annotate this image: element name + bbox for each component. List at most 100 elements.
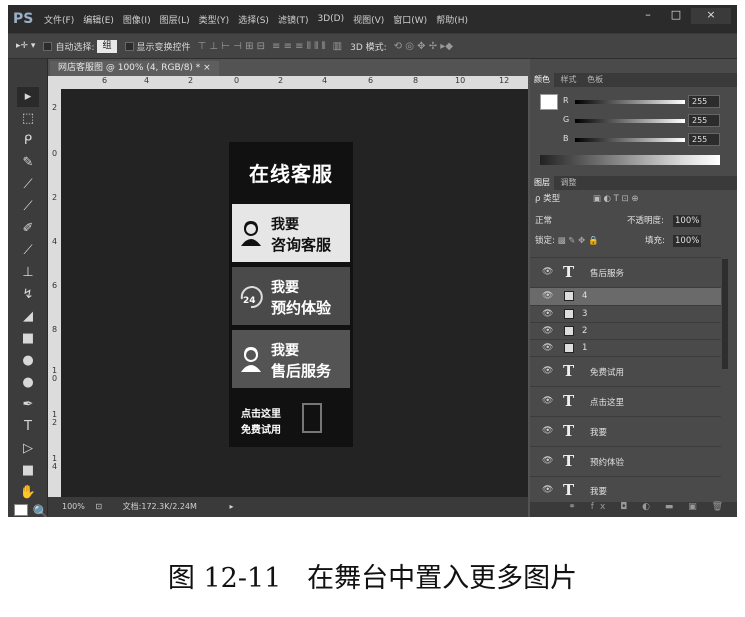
dodge-tool-icon[interactable]: ● [17, 373, 39, 393]
eye-icon[interactable]: 👁 [542, 267, 553, 277]
menu-edit[interactable]: 编辑(E) [83, 13, 114, 26]
maximize-button[interactable]: □ [663, 8, 689, 24]
eyedropper-tool-icon[interactable]: ⟋ [17, 197, 39, 217]
move-tool-preset-icon[interactable]: ▸✛ ▾ [16, 41, 35, 51]
document-canvas[interactable]: 在线客服 我要 咨询客服 24 我要 预约体验 我要 售后服务 点击这里 免费试… [61, 89, 528, 497]
align-icons[interactable]: ⊤ ⊥ ⊢ ⊣ ⊞ ⊟ [198, 41, 266, 52]
3d-mode-icons[interactable]: ⟲ ◎ ✥ ✢ ▸◆ [394, 41, 453, 52]
ruler-vertical: 2 0 2 4 6 8 1 0 1 2 1 4 [48, 89, 61, 497]
layers-scrollbar[interactable] [722, 259, 728, 369]
menu-window[interactable]: 窗口(W) [393, 13, 427, 26]
menu-type[interactable]: 类型(Y) [199, 13, 230, 26]
menu-file[interactable]: 文件(F) [44, 13, 74, 26]
layer-row[interactable]: 👁 T 我要 [530, 476, 721, 502]
eraser-tool-icon[interactable]: ◢ [17, 307, 39, 327]
menu-image[interactable]: 图像(I) [123, 13, 151, 26]
healing-brush-tool-icon[interactable]: ✐ [17, 219, 39, 239]
menu-help[interactable]: 帮助(H) [436, 13, 468, 26]
eye-icon[interactable]: 👁 [542, 309, 553, 319]
card-aftersales[interactable]: 我要 售后服务 [232, 330, 350, 388]
layer-row[interactable]: 👁 3 [530, 305, 721, 322]
fill-value[interactable]: 100% [673, 235, 702, 247]
text-layer-icon: T [563, 452, 575, 470]
layer-row[interactable]: 👁 T 预约体验 [530, 446, 721, 476]
eye-icon[interactable]: 👁 [542, 326, 553, 336]
blur-tool-icon[interactable]: ● [17, 351, 39, 371]
layer-row[interactable]: 👁 T 我要 [530, 416, 721, 446]
eye-icon[interactable]: 👁 [542, 426, 553, 436]
tab-styles[interactable]: 样式 [557, 73, 581, 87]
eye-icon[interactable]: 👁 [542, 396, 553, 406]
move-tool-icon[interactable]: ▸ [17, 87, 39, 107]
minimize-button[interactable]: – [635, 8, 661, 24]
document-tab[interactable]: 网店客服图 @ 100% (4, RGB/8) * × [50, 61, 219, 76]
channel-value[interactable]: 255 [688, 133, 720, 146]
layer-row[interactable]: 👁 T 售后服务 [530, 257, 721, 287]
channel-slider[interactable] [575, 100, 685, 104]
layer-row[interactable]: 👁 T 免费试用 [530, 356, 721, 386]
close-button[interactable]: × [691, 8, 731, 24]
crop-tool-icon[interactable]: ⟋ [17, 175, 39, 195]
eye-icon[interactable]: 👁 [542, 291, 553, 301]
channel-value[interactable]: 255 [688, 95, 720, 108]
foreground-color-swatch[interactable] [14, 504, 28, 516]
zoom-level[interactable]: 100% [62, 502, 85, 511]
shape-tool-icon[interactable]: ■ [17, 461, 39, 481]
status-menu-arrow-icon[interactable]: ▸ [229, 502, 233, 511]
auto-select-checkbox[interactable]: 自动选择: [43, 40, 94, 53]
color-spectrum[interactable] [540, 155, 720, 165]
eye-icon[interactable]: 👁 [542, 456, 553, 466]
layer-row[interactable]: 👁 T 点击这里 [530, 386, 721, 416]
channel-value[interactable]: 255 [688, 114, 720, 127]
lock-row: 锁定: ▩ ✎ ✥ 🔒 填充: 100% [535, 235, 721, 247]
menu-filter[interactable]: 滤镜(T) [278, 13, 309, 26]
pen-tool-icon[interactable]: ✒ [17, 395, 39, 415]
auto-align-icon[interactable]: ▥ [333, 41, 342, 52]
quick-select-tool-icon[interactable]: ✎ [17, 153, 39, 173]
card-free-trial[interactable]: 点击这里 免费试用 [232, 393, 350, 447]
24h-icon: 24 [240, 286, 263, 309]
brush-tool-icon[interactable]: ⟋ [17, 241, 39, 261]
eye-icon[interactable]: 👁 [542, 343, 553, 353]
card-booking[interactable]: 24 我要 预约体验 [232, 267, 350, 325]
opacity-value[interactable]: 100% [673, 215, 702, 227]
color-swatch[interactable] [540, 94, 558, 110]
color-row-r: R 255 [563, 95, 733, 109]
channel-slider[interactable] [575, 138, 685, 142]
path-select-tool-icon[interactable]: ▷ [17, 439, 39, 459]
menu-select[interactable]: 选择(S) [238, 13, 269, 26]
layer-row[interactable]: 👁 4 [530, 287, 721, 305]
card-consult[interactable]: 我要 咨询客服 [232, 204, 350, 262]
tab-adjustments[interactable]: 调整 [557, 176, 581, 190]
show-transform-checkbox[interactable]: 显示变换控件 [124, 40, 191, 53]
type-tool-icon[interactable]: T [17, 417, 39, 437]
eye-icon[interactable]: 👁 [542, 485, 553, 495]
status-icon[interactable]: ⊡ [95, 502, 102, 511]
gradient-tool-icon[interactable]: ■ [17, 329, 39, 349]
layer-row[interactable]: 👁 2 [530, 322, 721, 339]
menu-3d[interactable]: 3D(D) [317, 14, 344, 24]
toolbox: ▸ ⬚ ᑭ ✎ ⟋ ⟋ ✐ ⟋ ⊥ ↯ ◢ ■ ● ● ✒ T ▷ ■ ✋ 🔍 [8, 59, 49, 517]
ruler-tick: 2 [188, 76, 194, 85]
tab-color[interactable]: 颜色 [530, 73, 554, 87]
tab-swatches[interactable]: 色板 [583, 73, 607, 87]
lock-icons[interactable]: ▩ ✎ ✥ 🔒 [558, 236, 599, 246]
blend-mode-dropdown[interactable]: 正常 [535, 216, 552, 226]
distribute-icons[interactable]: ≡ ≡ ≡ ⫴ ⫴ ⫴ [272, 41, 326, 52]
auto-select-dropdown[interactable]: 组 [97, 39, 117, 53]
tab-layers[interactable]: 图层 [530, 176, 554, 190]
filter-icons[interactable]: ▣ ◐ T ⊡ ⊕ [593, 194, 639, 204]
lasso-tool-icon[interactable]: ᑭ [17, 131, 39, 151]
layer-row[interactable]: 👁 1 [530, 339, 721, 356]
menu-layer[interactable]: 图层(L) [160, 13, 190, 26]
ruler-tick: 4 [322, 76, 328, 85]
channel-slider[interactable] [575, 119, 685, 123]
history-brush-tool-icon[interactable]: ↯ [17, 285, 39, 305]
layers-bottom-toolbar[interactable]: ⚭ fx ◘ ◐ ▬ ▣ 🗑 [530, 502, 737, 517]
layer-filter-dropdown[interactable]: ρ 类型 [535, 194, 560, 204]
eye-icon[interactable]: 👁 [542, 366, 553, 376]
clone-stamp-tool-icon[interactable]: ⊥ [17, 263, 39, 283]
marquee-tool-icon[interactable]: ⬚ [17, 109, 39, 129]
hand-tool-icon[interactable]: ✋ [17, 483, 39, 503]
menu-view[interactable]: 视图(V) [353, 13, 384, 26]
